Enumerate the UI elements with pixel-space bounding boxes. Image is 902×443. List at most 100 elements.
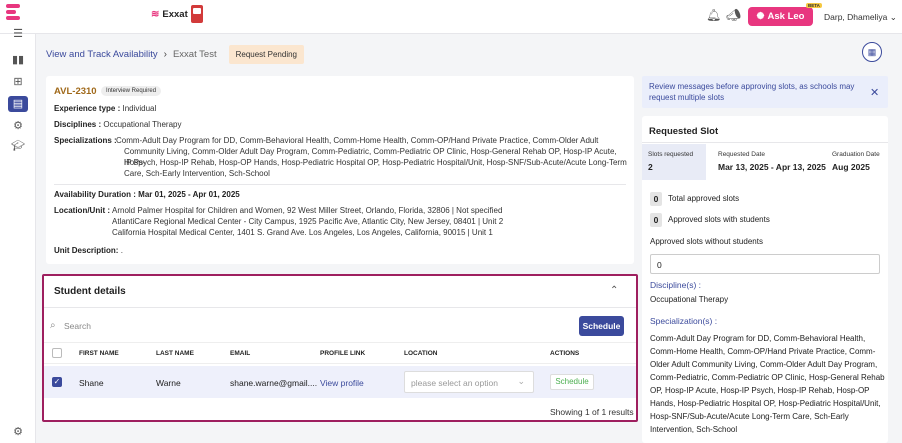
column-header: LOCATION [404,350,438,357]
review-notice: Review messages before approving slots, … [642,76,888,108]
brand-logo: ≋ Exxat [151,9,188,20]
beta-badge: BETA [806,3,822,8]
sparkle-icon: ✺ [756,11,765,22]
location-line: California Hospital Medical Center, 1401… [112,228,493,237]
experience-row: Experience type : Individual [54,104,156,115]
divider [54,184,626,185]
location-select[interactable]: please select an option ⌄ [404,371,534,393]
student-details-title: Student details [54,286,126,297]
availability-code: AVL-2310 [54,86,97,97]
disciplines-heading: Discipline(s) : [650,280,702,290]
table-header: FIRST NAME LAST NAME EMAIL PROFILE LINK … [44,342,636,364]
column-header: PROFILE LINK [320,350,366,357]
breadcrumb: View and Track Availability › Exxat Test… [46,45,304,64]
column-header: ACTIONS [550,350,580,357]
approved-without-label: Approved slots without students [650,237,763,246]
unit-description-row: Unit Description: . [54,246,123,257]
document-icon[interactable]: ▤ [8,96,28,112]
select-all-checkbox[interactable] [52,348,62,358]
bell-icon[interactable]: 🔔︎ [706,8,721,22]
location-select-placeholder: please select an option [411,378,498,388]
disciplines-value: Occupational Therapy [650,295,729,304]
disciplines-value: Occupational Therapy [103,120,182,129]
user-menu[interactable]: Darp, Dhameliya ⌄ [824,12,897,23]
chevron-right-icon: › [163,49,167,60]
availability-info-card: AVL-2310 Interview Required Experience t… [46,76,634,264]
search-icon: ⌕ [50,320,56,331]
ask-leo-button[interactable]: ✺ Ask Leo [748,7,813,26]
search-input[interactable] [64,318,264,334]
calendar-icon[interactable]: ▦ [862,42,882,62]
specializations-line: IP Psych, Hosp-IP Rehab, Hosp-OP Hands, … [124,158,627,167]
view-profile-link[interactable]: View profile [320,378,364,388]
specializations-value: Comm-Adult Day Program for DD, Comm-Beha… [650,334,885,434]
megaphone-icon[interactable]: 📣︎ [726,8,741,22]
disciplines-row: Disciplines : Occupational Therapy [54,120,181,131]
status-badge: Request Pending [228,45,304,64]
disciplines-label: Disciplines : [54,120,102,129]
results-count: Showing 1 of 1 results [550,407,634,417]
specializations-line: Care, Sch-Early Intervention, Sch-School [124,169,270,178]
chevron-down-icon: ⌄ [889,12,897,22]
add-document-icon[interactable]: ⊞ [8,74,28,90]
schedule-button[interactable]: Schedule [579,316,624,336]
unit-description-value: . [120,246,123,255]
requested-slot-panel: Requested Slot Slots requested 2 Request… [642,116,888,443]
duration-label: Availability Duration : [54,190,136,199]
requested-date-value: Mar 13, 2025 - Apr 13, 2025 [718,162,826,172]
divider [44,307,636,308]
duration-value: Mar 01, 2025 - Apr 01, 2025 [138,190,240,199]
approved-with-students-count: 0 [650,213,662,227]
row-checkbox[interactable]: ✓ [52,377,62,387]
app-logo-icon[interactable] [6,4,22,26]
approved-without-input[interactable]: 0 [650,254,880,274]
column-header: LAST NAME [156,350,194,357]
users-gear-icon[interactable]: ⚙ [8,118,28,134]
location-line: AtlantiCare Regional Medical Center - Ci… [112,217,504,226]
table-row[interactable]: ✓ Shane Warne shane.warne@gmail.... View… [44,366,636,398]
specializations-label-row: Specializations : [54,136,117,147]
top-bar: ≋ Exxat 🔔︎ 📣︎ ✺ Ask Leo BETA Darp, Dhame… [0,0,902,34]
total-approved-count: 0 [650,192,662,206]
specializations-label: Specializations : [54,136,117,145]
graduation-cap-icon[interactable]: 🎓︎ [8,138,28,154]
location-label-row: Location/Unit : [54,206,110,217]
breadcrumb-current: Exxat Test [172,49,217,60]
exxat-mark-icon: ≋ [151,9,160,20]
analytics-icon[interactable]: ▮▮ [8,52,28,68]
total-approved-label: Total approved slots [668,194,740,203]
location-line: Arnold Palmer Hospital for Children and … [112,206,503,215]
close-icon[interactable]: ✕ [870,86,879,99]
chevron-up-icon[interactable]: ⌃ [610,285,618,296]
duration-row: Availability Duration : Mar 01, 2025 - A… [54,190,240,201]
divider [642,142,888,143]
slots-requested-label: Slots requested [648,151,694,158]
institution-badge-icon [191,5,203,23]
settings-icon[interactable]: ⚙ [8,424,28,440]
last-name-cell: Warne [156,378,181,388]
interview-tag: Interview Required [101,86,162,96]
menu-icon[interactable]: ☰ [8,26,28,42]
approved-with-students-label: Approved slots with students [668,215,770,224]
ask-leo-label: Ask Leo [767,11,805,22]
row-schedule-button[interactable]: Schedule [550,374,594,390]
chevron-down-icon: ⌄ [517,376,525,386]
specializations-heading: Specialization(s) : [650,316,718,326]
slots-requested-value: 2 [648,162,653,172]
experience-label: Experience type : [54,104,121,113]
experience-value: Individual [122,104,157,113]
location-label: Location/Unit : [54,206,110,215]
left-nav-rail: ☰ ▮▮ ⊞ ▤ ⚙ 🎓︎ ⚙ [0,28,36,443]
unit-description-label: Unit Description: [54,246,119,255]
requested-slot-title: Requested Slot [649,126,719,137]
user-name: Darp, Dhameliya [824,12,888,22]
specializations-line: Comm-Adult Day Program for DD, Comm-Beha… [116,136,599,145]
brand-name: Exxat [162,9,188,20]
graduation-date-value: Aug 2025 [832,162,870,172]
email-cell: shane.warne@gmail.... [230,378,318,388]
first-name-cell: Shane [79,378,104,388]
column-header: FIRST NAME [79,350,119,357]
column-header: EMAIL [230,350,251,357]
graduation-date-label: Graduation Date [832,151,880,158]
breadcrumb-root-link[interactable]: View and Track Availability [46,49,158,60]
